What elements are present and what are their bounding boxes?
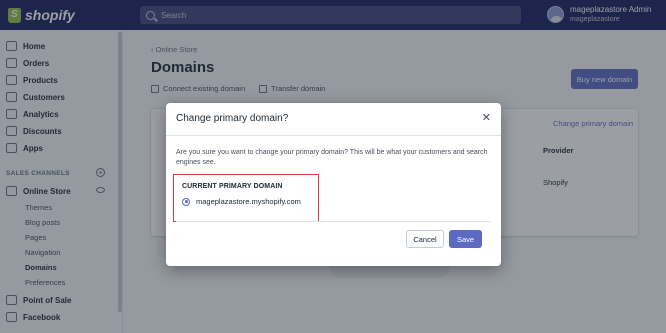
modal-title: Change primary domain? [176,113,289,124]
current-domain-label: CURRENT PRIMARY DOMAIN [182,183,283,190]
change-domain-modal: Change primary domain? ✕ Are you sure yo… [166,103,501,266]
close-icon[interactable]: ✕ [482,112,491,124]
modal-header: Change primary domain? ✕ [166,103,501,136]
divider [176,221,491,222]
cancel-button[interactable]: Cancel [406,230,444,248]
radio-selected-icon[interactable] [182,197,190,206]
modal-message: Are you sure you want to change your pri… [176,149,488,166]
domain-value: mageplazastore.myshopify.com [196,197,301,206]
domain-option[interactable]: mageplazastore.myshopify.com [182,197,301,206]
save-button[interactable]: Save [449,230,482,248]
